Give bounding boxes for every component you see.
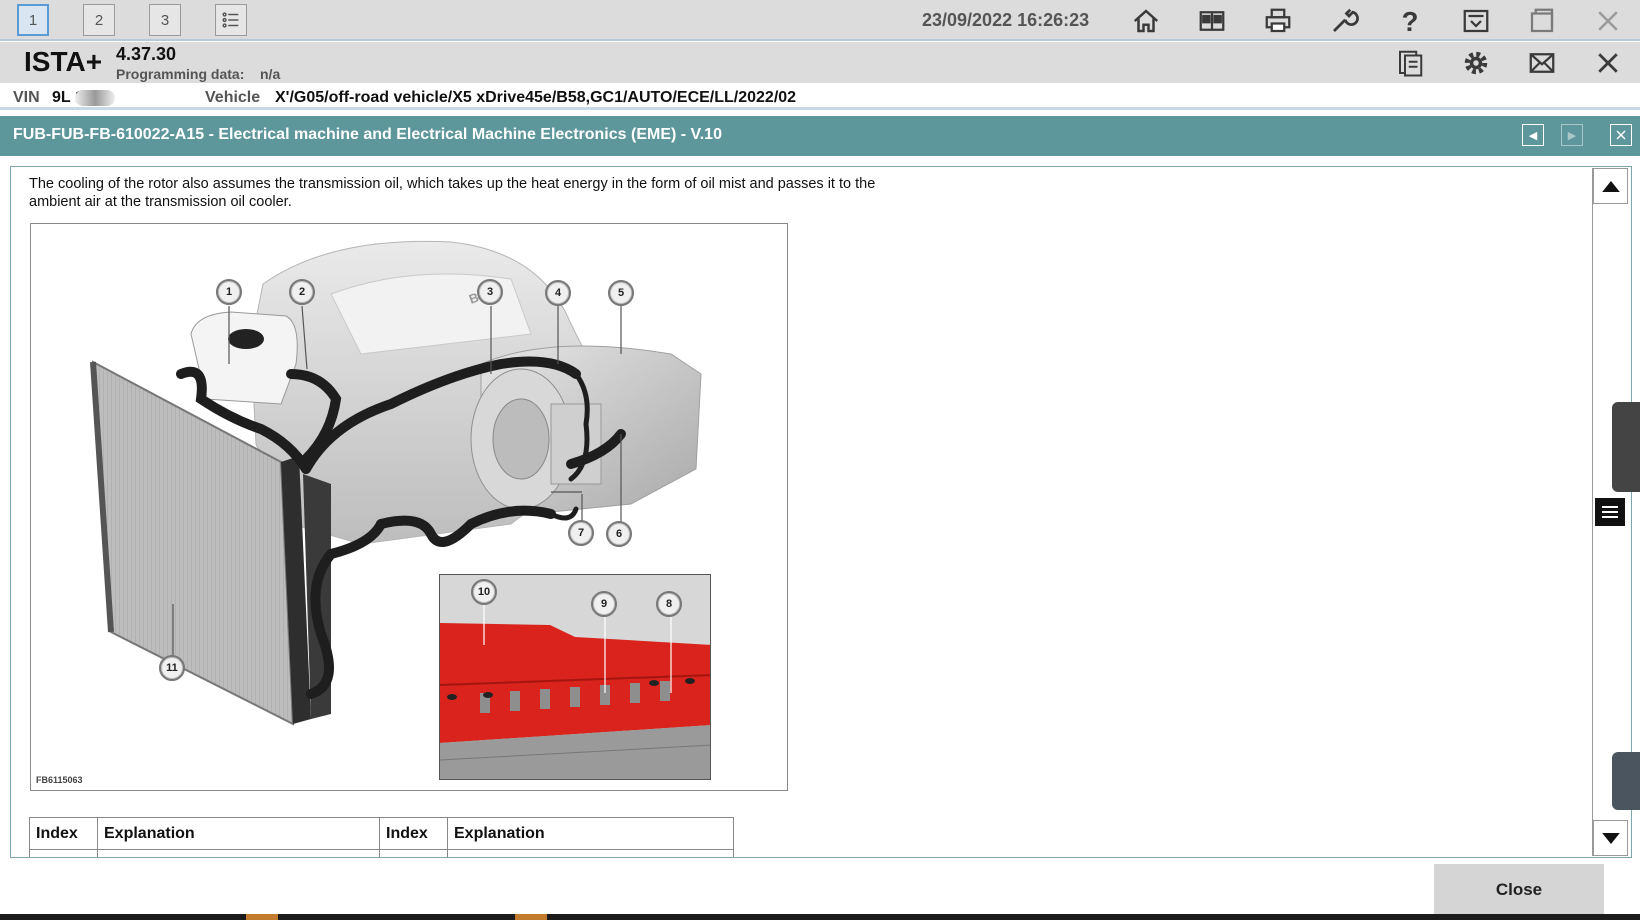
callout-8: 8 <box>656 591 682 617</box>
top-toolbar: 1 2 3 23/09/2022 16:26:23 ? <box>0 0 1640 41</box>
programming-data-label: Programming data: <box>116 66 245 82</box>
scroll-up-button[interactable] <box>1593 168 1628 204</box>
window-icon[interactable] <box>1524 3 1560 39</box>
svg-text:?: ? <box>1402 6 1419 36</box>
list-icon[interactable] <box>215 4 247 36</box>
datetime-display: 23/09/2022 16:26:23 <box>922 10 1090 30</box>
callout-5: 5 <box>608 280 634 306</box>
help-icon[interactable]: ? <box>1392 3 1428 39</box>
document-paragraph: The cooling of the rotor also assumes th… <box>29 176 876 210</box>
explanation-header-2: Explanation <box>447 817 734 850</box>
index-header-2: Index <box>379 817 448 850</box>
vehicle-label: Vehicle <box>205 89 261 106</box>
close-button[interactable]: Close <box>1434 864 1604 916</box>
vin-label: VIN <box>13 89 40 106</box>
home-icon[interactable] <box>1128 3 1164 39</box>
vin-redaction <box>75 90 115 106</box>
app-header: ISTA+ 4.37.30 Programming data: n/a <box>0 42 1640 83</box>
callout-1: 1 <box>216 279 242 305</box>
explanation-header: Explanation <box>97 817 380 850</box>
side-panel-tab[interactable] <box>1612 402 1640 492</box>
programming-data-value: n/a <box>260 66 281 82</box>
wrench-icon[interactable] <box>1326 3 1362 39</box>
vehicle-value: X'/G05/off-road vehicle/X5 xDrive45e/B58… <box>275 89 797 106</box>
callout-7: 7 <box>568 520 594 546</box>
table-row <box>29 849 734 857</box>
mail-icon[interactable] <box>1525 46 1559 80</box>
download-icon[interactable] <box>1458 3 1494 39</box>
rotor-detail-inset: 10 9 8 <box>439 574 711 780</box>
notes-icon[interactable] <box>1393 46 1427 80</box>
callout-2: 2 <box>289 279 315 305</box>
tab-1-button[interactable]: 1 <box>17 4 49 36</box>
callout-11: 11 <box>159 655 185 681</box>
close-icon[interactable] <box>1591 46 1625 80</box>
callout-6: 6 <box>606 521 632 547</box>
print-icon[interactable] <box>1260 3 1296 39</box>
document-content: The cooling of the rotor also assumes th… <box>10 166 1632 858</box>
tab-2-button[interactable]: 2 <box>83 4 115 36</box>
close-document-button[interactable] <box>1610 124 1632 146</box>
callout-3: 3 <box>477 279 503 305</box>
taskbar-strip <box>0 914 1640 920</box>
document-title-bar: FUB-FUB-FB-610022-A15 - Electrical machi… <box>0 116 1640 156</box>
next-page-button[interactable]: ▶ <box>1561 124 1583 146</box>
scroll-down-button[interactable] <box>1593 820 1628 856</box>
app-name: ISTA+ <box>24 46 103 77</box>
previous-page-button[interactable]: ◀ <box>1522 124 1544 146</box>
index-header: Index <box>29 817 98 850</box>
callout-4: 4 <box>545 280 571 306</box>
engine-cooling-figure: BMW <box>30 223 788 791</box>
callout-9: 9 <box>591 591 617 617</box>
app-version: 4.37.30 <box>116 44 177 64</box>
remote-tab-icon[interactable] <box>1612 752 1640 810</box>
tab-3-button[interactable]: 3 <box>149 4 181 36</box>
figure-code: FB6115063 <box>36 775 83 785</box>
callout-10: 10 <box>471 579 497 605</box>
vehicle-info-bar: VIN 9L 1 Vehicle X'/G05/off-road vehicle… <box>0 84 1640 110</box>
explanation-table: Index Explanation Index Explanation <box>29 817 734 857</box>
compare-icon[interactable] <box>1194 3 1230 39</box>
menu-lines-icon[interactable] <box>1595 498 1625 526</box>
document-title: FUB-FUB-FB-610022-A15 - Electrical machi… <box>13 126 722 143</box>
settings-icon[interactable] <box>1459 46 1493 80</box>
close-app-icon[interactable] <box>1590 3 1626 39</box>
